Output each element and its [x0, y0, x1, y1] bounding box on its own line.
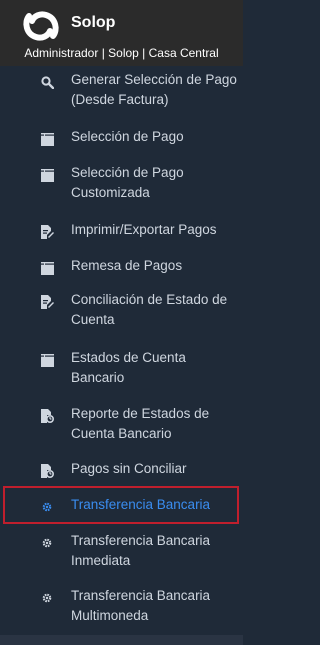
menu-item-label: Transferencia Bancaria Inmediata: [71, 533, 211, 568]
edit-document-icon: [40, 225, 54, 239]
menu-item-label: Conciliación de Estado de Cuenta: [71, 292, 228, 327]
search-icon: [40, 75, 54, 89]
context-subtitle[interactable]: Administrador | Solop | Casa Central: [0, 46, 243, 60]
gear-icon: [40, 536, 54, 550]
menu-item-label: Estados de Cuenta Bancario: [71, 350, 186, 385]
menu-item-label: Remesa de Pagos: [71, 258, 183, 273]
sidebar-footer-bar: [0, 635, 243, 645]
menu-item-label: Reporte de Estados de Cuenta Bancario: [71, 406, 210, 441]
report-icon: [40, 464, 54, 478]
window-icon: [40, 132, 54, 146]
menu-item-label: Transferencia Bancaria Multimoneda: [71, 588, 211, 623]
menu-item-label: Generar Selección de Pago (Desde Factura…: [71, 72, 237, 107]
menu-item-label: Imprimir/Exportar Pagos: [71, 222, 217, 237]
menu-item-label: Selección de Pago Customizada: [71, 165, 184, 200]
menu-item-label: Selección de Pago: [71, 129, 184, 144]
solop-logo-icon[interactable]: [22, 8, 60, 44]
edit-document-icon: [40, 295, 54, 309]
report-icon: [40, 409, 54, 423]
window-icon: [40, 353, 54, 367]
highlight-box: [3, 486, 239, 524]
gear-icon: [40, 591, 54, 605]
window-icon: [40, 168, 54, 182]
menu-item-label: Pagos sin Conciliar: [71, 461, 187, 476]
app-name: Solop: [71, 14, 116, 31]
window-icon: [40, 261, 54, 275]
app-header: Solop Administrador | Solop | Casa Centr…: [0, 0, 243, 66]
